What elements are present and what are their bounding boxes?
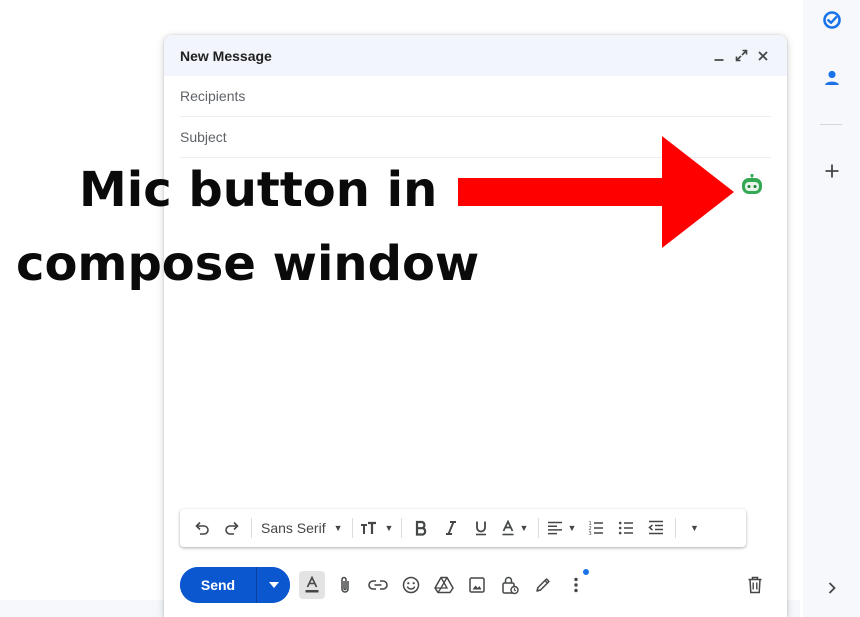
compose-actions: Send bbox=[180, 566, 772, 604]
annotation-arrow bbox=[458, 136, 734, 248]
side-panel bbox=[803, 0, 860, 617]
compose-window: New Message Recipients Subject Sans Seri… bbox=[164, 35, 787, 617]
toolbar-divider bbox=[674, 518, 676, 538]
recipients-placeholder: Recipients bbox=[180, 88, 246, 104]
formatting-toolbar: Sans Serif ▼ ▼ ▼ ▼ 1 2 3 ▼ bbox=[180, 509, 746, 547]
annotation-line-2: compose window bbox=[16, 236, 480, 292]
side-divider bbox=[820, 124, 842, 125]
send-button[interactable]: Send bbox=[180, 567, 256, 603]
bold-icon[interactable] bbox=[407, 514, 435, 542]
recipients-field[interactable]: Recipients bbox=[180, 76, 771, 117]
text-size-icon[interactable]: ▼ bbox=[358, 514, 396, 542]
subject-placeholder: Subject bbox=[180, 129, 227, 145]
redo-icon[interactable] bbox=[218, 514, 246, 542]
signature-icon[interactable] bbox=[530, 571, 556, 599]
font-select-value: Sans Serif bbox=[261, 520, 326, 536]
indent-less-icon[interactable] bbox=[642, 514, 670, 542]
undo-icon[interactable] bbox=[188, 514, 216, 542]
more-options-icon[interactable] bbox=[563, 569, 589, 599]
bulleted-list-icon[interactable] bbox=[612, 514, 640, 542]
annotation-line-1: Mic button in bbox=[79, 162, 438, 218]
photo-icon[interactable] bbox=[464, 571, 490, 599]
schedule-send-icon[interactable] bbox=[256, 567, 290, 603]
toolbar-divider bbox=[251, 518, 252, 538]
toolbar-divider bbox=[537, 518, 539, 538]
discard-icon[interactable] bbox=[742, 571, 768, 599]
svg-text:3: 3 bbox=[588, 531, 591, 536]
italic-icon[interactable] bbox=[437, 514, 465, 542]
contacts-icon[interactable] bbox=[822, 68, 842, 88]
more-formatting-icon[interactable]: ▼ bbox=[681, 514, 709, 542]
drive-icon[interactable] bbox=[431, 571, 457, 599]
mic-robot-icon[interactable] bbox=[740, 173, 764, 197]
notification-dot bbox=[583, 569, 589, 575]
attach-icon[interactable] bbox=[332, 571, 358, 599]
send-button-group: Send bbox=[180, 567, 290, 603]
caret-down-icon: ▼ bbox=[384, 523, 394, 533]
emoji-icon[interactable] bbox=[398, 571, 424, 599]
numbered-list-icon[interactable]: 123 bbox=[582, 514, 610, 542]
tasks-icon[interactable] bbox=[822, 10, 842, 30]
font-select[interactable]: Sans Serif ▼ bbox=[257, 520, 347, 536]
add-icon[interactable] bbox=[822, 161, 842, 181]
formatting-options-icon[interactable] bbox=[299, 571, 325, 599]
text-color-icon[interactable]: ▼ bbox=[497, 514, 533, 542]
minimize-icon[interactable] bbox=[711, 48, 727, 64]
expand-panel-icon[interactable] bbox=[822, 578, 842, 598]
underline-icon[interactable] bbox=[467, 514, 495, 542]
link-icon[interactable] bbox=[365, 571, 391, 599]
expand-icon[interactable] bbox=[733, 48, 749, 64]
close-icon[interactable] bbox=[755, 48, 771, 64]
caret-down-icon: ▼ bbox=[519, 523, 529, 533]
toolbar-divider bbox=[351, 518, 353, 538]
compose-title: New Message bbox=[180, 47, 272, 64]
caret-down-icon: ▼ bbox=[333, 523, 343, 533]
toolbar-divider bbox=[400, 518, 402, 538]
page: New Message Recipients Subject Sans Seri… bbox=[0, 0, 860, 617]
align-icon[interactable]: ▼ bbox=[544, 514, 580, 542]
caret-down-icon: ▼ bbox=[567, 523, 577, 533]
compose-header: New Message bbox=[164, 35, 787, 76]
confidential-icon[interactable] bbox=[497, 571, 523, 599]
